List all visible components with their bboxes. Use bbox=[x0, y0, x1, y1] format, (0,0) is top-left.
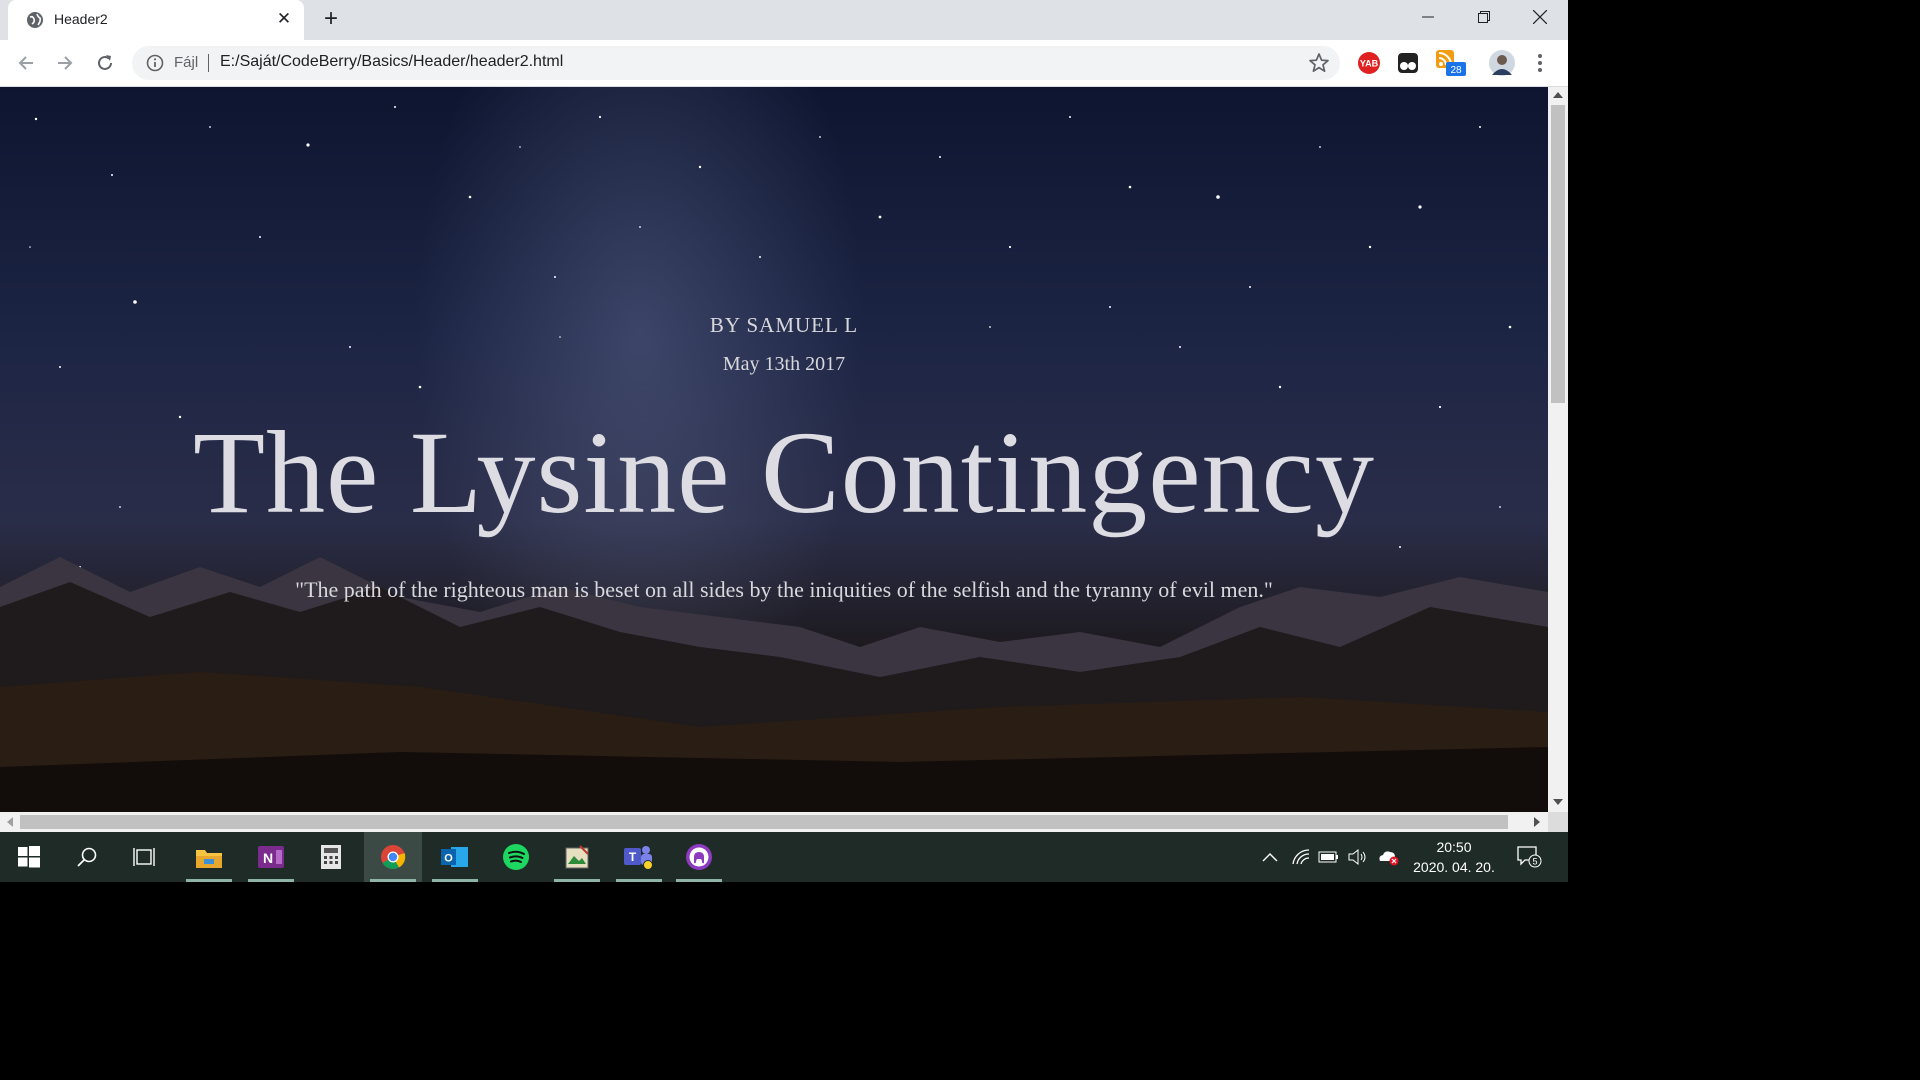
url-text[interactable]: E:/Saját/CodeBerry/Basics/Header/header2… bbox=[220, 53, 563, 71]
onedrive-tray-button[interactable] bbox=[1377, 846, 1399, 868]
task-view-button[interactable] bbox=[116, 832, 174, 882]
calculator-taskbar-item[interactable] bbox=[302, 832, 360, 882]
github-icon bbox=[686, 844, 712, 870]
restore-button[interactable] bbox=[1456, 0, 1512, 34]
spotify-icon bbox=[503, 844, 529, 870]
spotify-taskbar-item[interactable] bbox=[487, 832, 545, 882]
outlook-icon: O bbox=[441, 847, 468, 867]
address-bar[interactable]: Fájl E:/Saját/CodeBerry/Basics/Header/he… bbox=[132, 46, 1340, 80]
scroll-left-arrow-icon[interactable] bbox=[6, 817, 14, 827]
info-icon[interactable] bbox=[146, 54, 164, 72]
svg-text:YAB: YAB bbox=[1360, 59, 1379, 69]
restore-icon bbox=[1478, 11, 1490, 23]
taskbar-search-button[interactable] bbox=[58, 832, 116, 882]
running-indicator bbox=[676, 879, 722, 882]
globe-icon bbox=[27, 12, 43, 28]
outlook-taskbar-item[interactable]: O bbox=[426, 832, 484, 882]
running-indicator bbox=[370, 879, 416, 882]
wifi-icon bbox=[1292, 849, 1310, 865]
battery-icon bbox=[1318, 851, 1338, 863]
running-indicator bbox=[554, 879, 600, 882]
browser-toolbar: Fájl E:/Saját/CodeBerry/Basics/Header/he… bbox=[0, 40, 1568, 87]
arrow-right-icon bbox=[58, 56, 73, 70]
running-indicator bbox=[248, 879, 294, 882]
svg-text:5: 5 bbox=[1532, 857, 1537, 867]
horizontal-scroll-thumb[interactable] bbox=[20, 815, 1508, 829]
task-view-icon bbox=[133, 848, 155, 866]
minimize-icon bbox=[1422, 16, 1434, 18]
action-center-button[interactable]: 5 bbox=[1516, 846, 1542, 868]
clock-time: 20:50 bbox=[1436, 839, 1472, 855]
onenote-icon: N bbox=[258, 846, 284, 868]
new-tab-button[interactable]: + bbox=[318, 7, 344, 33]
arrow-left-icon bbox=[18, 56, 33, 70]
menu-kebab-icon[interactable] bbox=[1530, 50, 1550, 76]
onenote-taskbar-item[interactable]: N bbox=[242, 832, 300, 882]
browser-tab[interactable]: Header2 ✕ bbox=[8, 0, 304, 40]
forward-button[interactable] bbox=[52, 50, 78, 76]
file-explorer-icon bbox=[196, 850, 222, 868]
article-headline: The Lysine Contingency bbox=[192, 407, 1376, 538]
article-author: BY SAMUEL L bbox=[709, 313, 859, 337]
start-button[interactable] bbox=[0, 832, 58, 882]
article-quote: "The path of the righteous man is beset … bbox=[295, 577, 1273, 602]
yab-extension-icon[interactable]: YAB bbox=[1356, 50, 1382, 76]
system-clock[interactable]: 20:50 2020. 04. 20. bbox=[1404, 837, 1504, 877]
horizontal-scrollbar[interactable] bbox=[0, 812, 1548, 832]
running-indicator bbox=[186, 879, 232, 882]
image-app-taskbar-item[interactable] bbox=[548, 832, 606, 882]
svg-text:N: N bbox=[263, 850, 273, 866]
browser-titlebar: Header2 ✕ + bbox=[0, 0, 1568, 40]
search-icon bbox=[77, 847, 97, 867]
cloud-error-icon bbox=[1379, 851, 1399, 866]
teams-icon: T bbox=[624, 846, 653, 870]
image-editor-icon bbox=[565, 845, 589, 869]
scroll-down-arrow-icon[interactable] bbox=[1553, 798, 1563, 806]
close-window-button[interactable] bbox=[1512, 0, 1568, 34]
chrome-icon bbox=[381, 845, 406, 870]
github-desktop-taskbar-item[interactable] bbox=[670, 832, 728, 882]
svg-text:O: O bbox=[444, 853, 453, 865]
speaker-icon bbox=[1348, 848, 1366, 866]
vertical-scroll-thumb[interactable] bbox=[1551, 105, 1565, 403]
running-indicator bbox=[616, 879, 662, 882]
scroll-up-arrow-icon[interactable] bbox=[1553, 91, 1563, 99]
reload-icon bbox=[98, 55, 112, 70]
scroll-right-arrow-icon[interactable] bbox=[1533, 817, 1541, 827]
url-separator bbox=[208, 54, 209, 72]
windows-start-icon bbox=[18, 846, 40, 868]
network-tray-button[interactable] bbox=[1290, 846, 1312, 868]
chrome-taskbar-item[interactable] bbox=[364, 832, 422, 882]
windows-taskbar: N O T 20:50 2020. 04. 20. 5 bbox=[0, 832, 1568, 882]
close-tab-icon[interactable]: ✕ bbox=[274, 9, 294, 29]
profile-avatar[interactable] bbox=[1488, 49, 1516, 77]
star-icon[interactable] bbox=[1308, 52, 1330, 74]
svg-text:28: 28 bbox=[1450, 65, 1462, 76]
url-scheme-label: Fájl bbox=[174, 54, 199, 71]
vertical-scrollbar[interactable] bbox=[1548, 87, 1568, 812]
tampermonkey-extension-icon[interactable] bbox=[1395, 50, 1421, 76]
file-explorer-taskbar-item[interactable] bbox=[180, 832, 238, 882]
page-hero: BY SAMUEL L May 13th 2017 The Lysine Con… bbox=[0, 87, 1548, 812]
rss-feed-extension-icon[interactable]: 28 bbox=[1436, 50, 1466, 76]
running-indicator bbox=[432, 879, 478, 882]
scrollbar-corner bbox=[1548, 812, 1568, 832]
hero-text: BY SAMUEL L May 13th 2017 The Lysine Con… bbox=[0, 87, 1548, 812]
back-button[interactable] bbox=[13, 50, 39, 76]
reload-button[interactable] bbox=[92, 50, 118, 76]
tab-title: Header2 bbox=[54, 11, 108, 27]
calculator-icon bbox=[321, 845, 341, 869]
notification-icon: 5 bbox=[1517, 846, 1542, 868]
battery-tray-button[interactable] bbox=[1318, 846, 1340, 868]
show-hidden-icons-button[interactable] bbox=[1259, 846, 1281, 868]
minimize-button[interactable] bbox=[1400, 0, 1456, 34]
close-icon bbox=[1533, 10, 1547, 24]
teams-taskbar-item[interactable]: T bbox=[610, 832, 668, 882]
volume-tray-button[interactable] bbox=[1347, 846, 1369, 868]
svg-text:T: T bbox=[629, 850, 637, 864]
article-date: May 13th 2017 bbox=[722, 353, 846, 375]
chevron-up-icon bbox=[1262, 853, 1278, 862]
clock-date: 2020. 04. 20. bbox=[1413, 859, 1495, 875]
